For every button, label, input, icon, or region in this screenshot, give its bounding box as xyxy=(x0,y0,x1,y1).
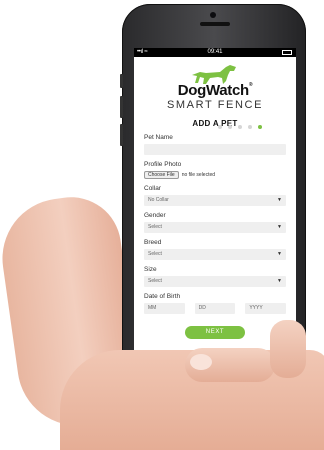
dob-year-input[interactable]: YYYY xyxy=(245,303,287,314)
brand-tagline: SMART FENCE xyxy=(166,99,264,111)
page-title: ADD A PET xyxy=(192,119,238,128)
size-select[interactable]: Select ▼ xyxy=(144,276,286,287)
size-value: Select xyxy=(148,278,162,284)
earpiece-speaker xyxy=(200,22,230,26)
pet-name-input[interactable] xyxy=(144,144,286,155)
chevron-down-icon: ▼ xyxy=(277,278,282,284)
step-dot-active xyxy=(258,125,262,129)
breed-value: Select xyxy=(148,251,162,257)
gender-select[interactable]: Select ▼ xyxy=(144,222,286,233)
file-status: no file selected xyxy=(181,172,216,178)
status-time: 09:41 xyxy=(207,49,223,55)
chevron-down-icon: ▼ xyxy=(277,251,282,257)
brand-logo: DogWatch® SMART FENCE xyxy=(134,57,296,115)
breed-select[interactable]: Select ▼ xyxy=(144,249,286,260)
chevron-down-icon: ▼ xyxy=(277,197,282,203)
dob-label: Date of Birth xyxy=(144,293,181,300)
step-dot xyxy=(218,125,222,129)
mute-switch xyxy=(120,74,123,88)
breed-label: Breed xyxy=(144,239,162,246)
step-dot xyxy=(248,125,252,129)
volume-up-button xyxy=(120,96,123,118)
gender-value: Select xyxy=(148,224,162,230)
dob-fields: MM DD YYYY xyxy=(144,303,287,314)
size-label: Size xyxy=(144,266,157,273)
choose-file-button[interactable]: Choose File xyxy=(144,171,179,179)
profile-photo-label: Profile Photo xyxy=(144,161,182,168)
hand-finger xyxy=(270,320,306,378)
chevron-down-icon: ▼ xyxy=(277,224,282,230)
volume-down-button xyxy=(120,124,123,146)
step-dot xyxy=(228,125,232,129)
collar-value: No Collar xyxy=(148,197,169,203)
dob-day-input[interactable]: DD xyxy=(194,303,236,314)
brand-name: DogWatch xyxy=(177,82,250,99)
collar-select[interactable]: No Collar ▼ xyxy=(144,195,286,206)
gender-label: Gender xyxy=(144,212,166,219)
step-dot xyxy=(238,125,242,129)
registered-mark: ® xyxy=(248,82,253,88)
status-bar: ••ıl ≈ 09:41 xyxy=(134,48,296,57)
pet-name-label: Pet Name xyxy=(144,134,173,141)
next-button[interactable]: NEXT xyxy=(185,326,245,339)
dob-month-input[interactable]: MM xyxy=(144,303,185,314)
add-pet-form: Pet Name Profile Photo Choose File no fi… xyxy=(134,134,296,339)
battery-icon xyxy=(282,50,292,55)
step-indicator xyxy=(218,125,262,129)
fingernail xyxy=(190,354,212,370)
app-screen: ••ıl ≈ 09:41 DogWatch® SMART FENCE ADD A… xyxy=(134,48,296,362)
front-camera xyxy=(210,12,216,18)
collar-label: Collar xyxy=(144,185,161,192)
